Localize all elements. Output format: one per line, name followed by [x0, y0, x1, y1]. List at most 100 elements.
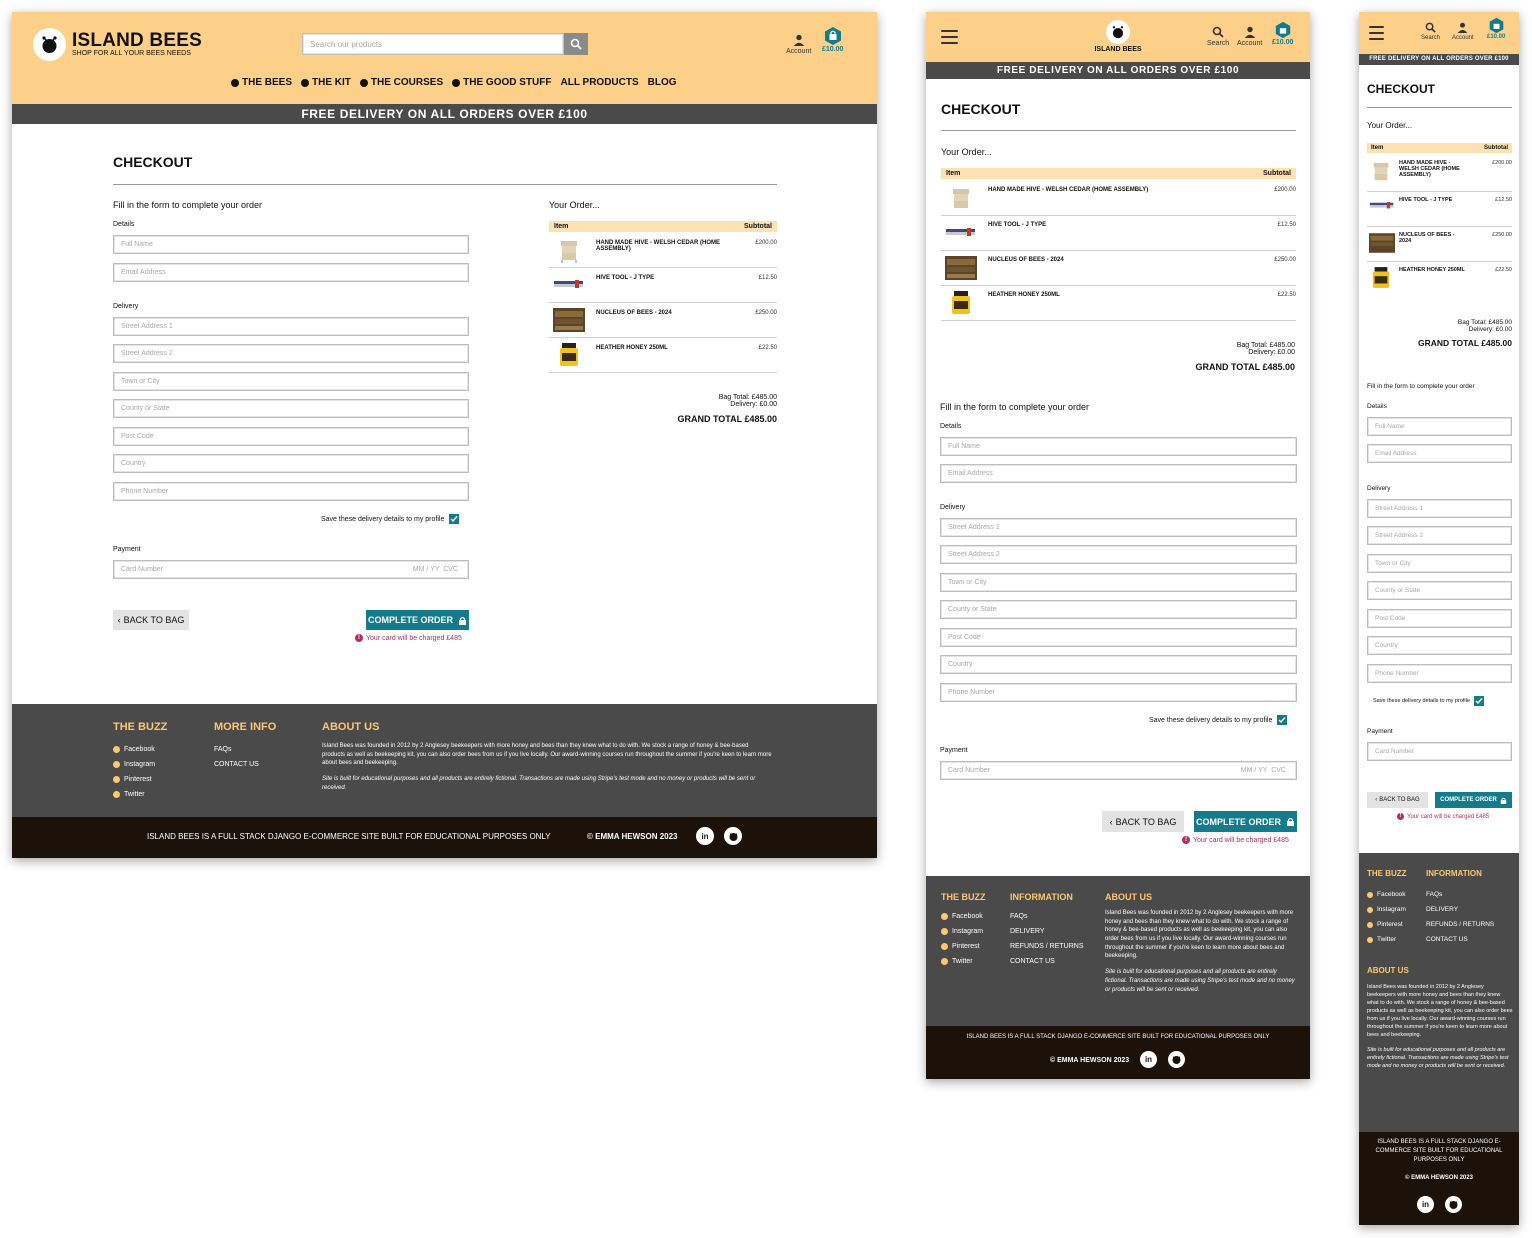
footer-link-contact[interactable]: CONTACT US [1426, 932, 1494, 947]
search-input[interactable]: Search our products [302, 33, 564, 55]
account-link[interactable]: Account [1452, 22, 1474, 41]
complete-order-button[interactable]: COMPLETE ORDER [366, 610, 469, 630]
phone-field[interactable]: Phone Number [1367, 664, 1512, 683]
github-icon[interactable] [1445, 1196, 1462, 1213]
footer-link-delivery[interactable]: DELIVERY [1426, 902, 1494, 917]
footer-link-instagram[interactable]: Instagram [113, 757, 155, 772]
country-field[interactable]: Country [113, 454, 469, 473]
country-field[interactable]: Country [940, 655, 1297, 674]
footer-link-twitter[interactable]: Twitter [113, 787, 155, 802]
footer-link-facebook[interactable]: Facebook [1367, 887, 1406, 902]
nav-the-kit[interactable]: THE KIT [301, 77, 351, 88]
phone-field[interactable]: Phone Number [940, 683, 1297, 702]
bag-link[interactable]: £10.00 [1272, 21, 1293, 46]
county-field[interactable]: County or State [113, 399, 469, 418]
street2-field[interactable]: Street Address 2 [940, 545, 1297, 564]
footer-link-contact[interactable]: CONTACT US [1010, 954, 1084, 969]
nav-the-courses[interactable]: THE COURSES [359, 77, 443, 88]
account-link[interactable]: Account [1237, 26, 1262, 47]
save-details-checkbox[interactable] [1473, 696, 1484, 706]
complete-order-button[interactable]: COMPLETE ORDER [1194, 811, 1297, 832]
save-details-checkbox[interactable] [1277, 715, 1288, 725]
town-field[interactable]: Town or City [940, 573, 1297, 592]
footer-link-faqs[interactable]: FAQs [1010, 909, 1084, 924]
country-field[interactable]: Country [1367, 636, 1512, 655]
footer-link-twitter[interactable]: Twitter [941, 954, 983, 969]
footer-link-refunds[interactable]: REFUNDS / RETURNS [1010, 939, 1084, 954]
account-link[interactable]: Account [786, 34, 811, 55]
save-details-row[interactable]: Save these delivery details to my profil… [321, 514, 460, 524]
street1-field[interactable]: Street Address 1 [940, 518, 1297, 537]
bag-link[interactable]: £10.00 [822, 26, 843, 53]
footer-link-pinterest[interactable]: Pinterest [1367, 917, 1406, 932]
full-name-field[interactable]: Full Name [1367, 417, 1512, 436]
brand-logo[interactable] [1106, 20, 1130, 44]
search-link[interactable]: Search [1207, 26, 1229, 47]
complete-order-button[interactable]: COMPLETE ORDER [1435, 792, 1512, 808]
email-field[interactable]: Email Address [113, 263, 469, 282]
save-details-row[interactable]: Save these delivery details to my profil… [1373, 696, 1484, 706]
email-field[interactable]: Email Address [1367, 444, 1512, 463]
brand-name[interactable]: ISLAND BEES [72, 30, 202, 52]
postcode-field[interactable]: Post Code [940, 628, 1297, 647]
card-number-field[interactable]: Card Number [1367, 742, 1512, 761]
menu-icon[interactable] [941, 30, 958, 44]
email-field[interactable]: Email Address [940, 464, 1297, 483]
phone-field[interactable]: Phone Number [113, 482, 469, 501]
github-icon[interactable] [724, 827, 742, 845]
footer-link-refunds[interactable]: REFUNDS / RETURNS [1426, 917, 1494, 932]
footer-link-pinterest[interactable]: Pinterest [113, 772, 155, 787]
dot-icon [113, 776, 120, 783]
card-number-field[interactable]: Card Number MM / YY CVC [940, 761, 1297, 780]
menu-icon[interactable] [1369, 26, 1384, 40]
footer-link-contact[interactable]: CONTACT US [214, 757, 259, 772]
search-link[interactable]: Search [1421, 22, 1440, 41]
nav-all-products[interactable]: ALL PRODUCTS [560, 77, 638, 88]
county-field[interactable]: County or State [940, 600, 1297, 619]
nav-the-bees[interactable]: THE BEES [231, 77, 292, 88]
bag-link[interactable]: £10.00 [1487, 17, 1505, 40]
footer-link-instagram[interactable]: Instagram [941, 924, 983, 939]
footer-link-delivery[interactable]: DELIVERY [1010, 924, 1084, 939]
street1-field[interactable]: Street Address 1 [1367, 499, 1512, 518]
placeholder: Street Address 2 [1375, 532, 1424, 539]
street2-field[interactable]: Street Address 2 [1367, 526, 1512, 545]
account-icon [1244, 26, 1255, 38]
placeholder: Country [1375, 642, 1398, 649]
town-field[interactable]: Town or City [113, 372, 469, 391]
linkedin-icon[interactable]: in [1140, 1051, 1157, 1068]
linkedin-icon[interactable]: in [1417, 1196, 1434, 1213]
footer-link-faqs[interactable]: FAQs [214, 742, 259, 757]
county-field[interactable]: County or State [1367, 581, 1512, 600]
street2-field[interactable]: Street Address 2 [113, 344, 469, 363]
footer-link-facebook[interactable]: Facebook [941, 909, 983, 924]
footer-link-faqs[interactable]: FAQs [1426, 887, 1494, 902]
footer-link-twitter[interactable]: Twitter [1367, 932, 1406, 947]
footer-link-pinterest[interactable]: Pinterest [941, 939, 983, 954]
github-icon[interactable] [1168, 1051, 1185, 1068]
footer-link-instagram[interactable]: Instagram [1367, 902, 1406, 917]
linkedin-icon[interactable]: in [696, 827, 714, 845]
search-button[interactable] [564, 33, 588, 55]
checkout-title: CHECKOUT [941, 101, 1021, 117]
postcode-field[interactable]: Post Code [1367, 609, 1512, 628]
full-name-field[interactable]: Full Name [940, 437, 1297, 456]
brand-name[interactable]: ISLAND BEES [926, 46, 1310, 53]
back-to-bag-button[interactable]: ‹ BACK TO BAG [1367, 792, 1428, 808]
checkout-title: CHECKOUT [1367, 82, 1435, 96]
brand-logo[interactable] [33, 28, 66, 61]
save-details-row[interactable]: Save these delivery details to my profil… [1149, 715, 1288, 725]
nav-blog[interactable]: BLOG [648, 77, 677, 88]
full-name-field[interactable]: Full Name [113, 235, 469, 254]
nav-the-good-stuff[interactable]: THE GOOD STUFF [452, 77, 551, 88]
footer-bottom-text: ISLAND BEES IS A FULL STACK DJANGO E-COM… [147, 832, 551, 841]
street1-field[interactable]: Street Address 1 [113, 317, 469, 336]
back-to-bag-button[interactable]: ‹ BACK TO BAG [1102, 811, 1184, 832]
postcode-field[interactable]: Post Code [113, 427, 469, 446]
footer-link-facebook[interactable]: Facebook [113, 742, 155, 757]
save-details-checkbox[interactable] [449, 514, 460, 524]
town-field[interactable]: Town or City [1367, 554, 1512, 573]
back-to-bag-button[interactable]: ‹ BACK TO BAG [113, 610, 189, 630]
item-name: HIVE TOOL - J TYPE [988, 222, 1047, 228]
card-number-field[interactable]: Card Number MM / YY CVC [113, 560, 469, 579]
